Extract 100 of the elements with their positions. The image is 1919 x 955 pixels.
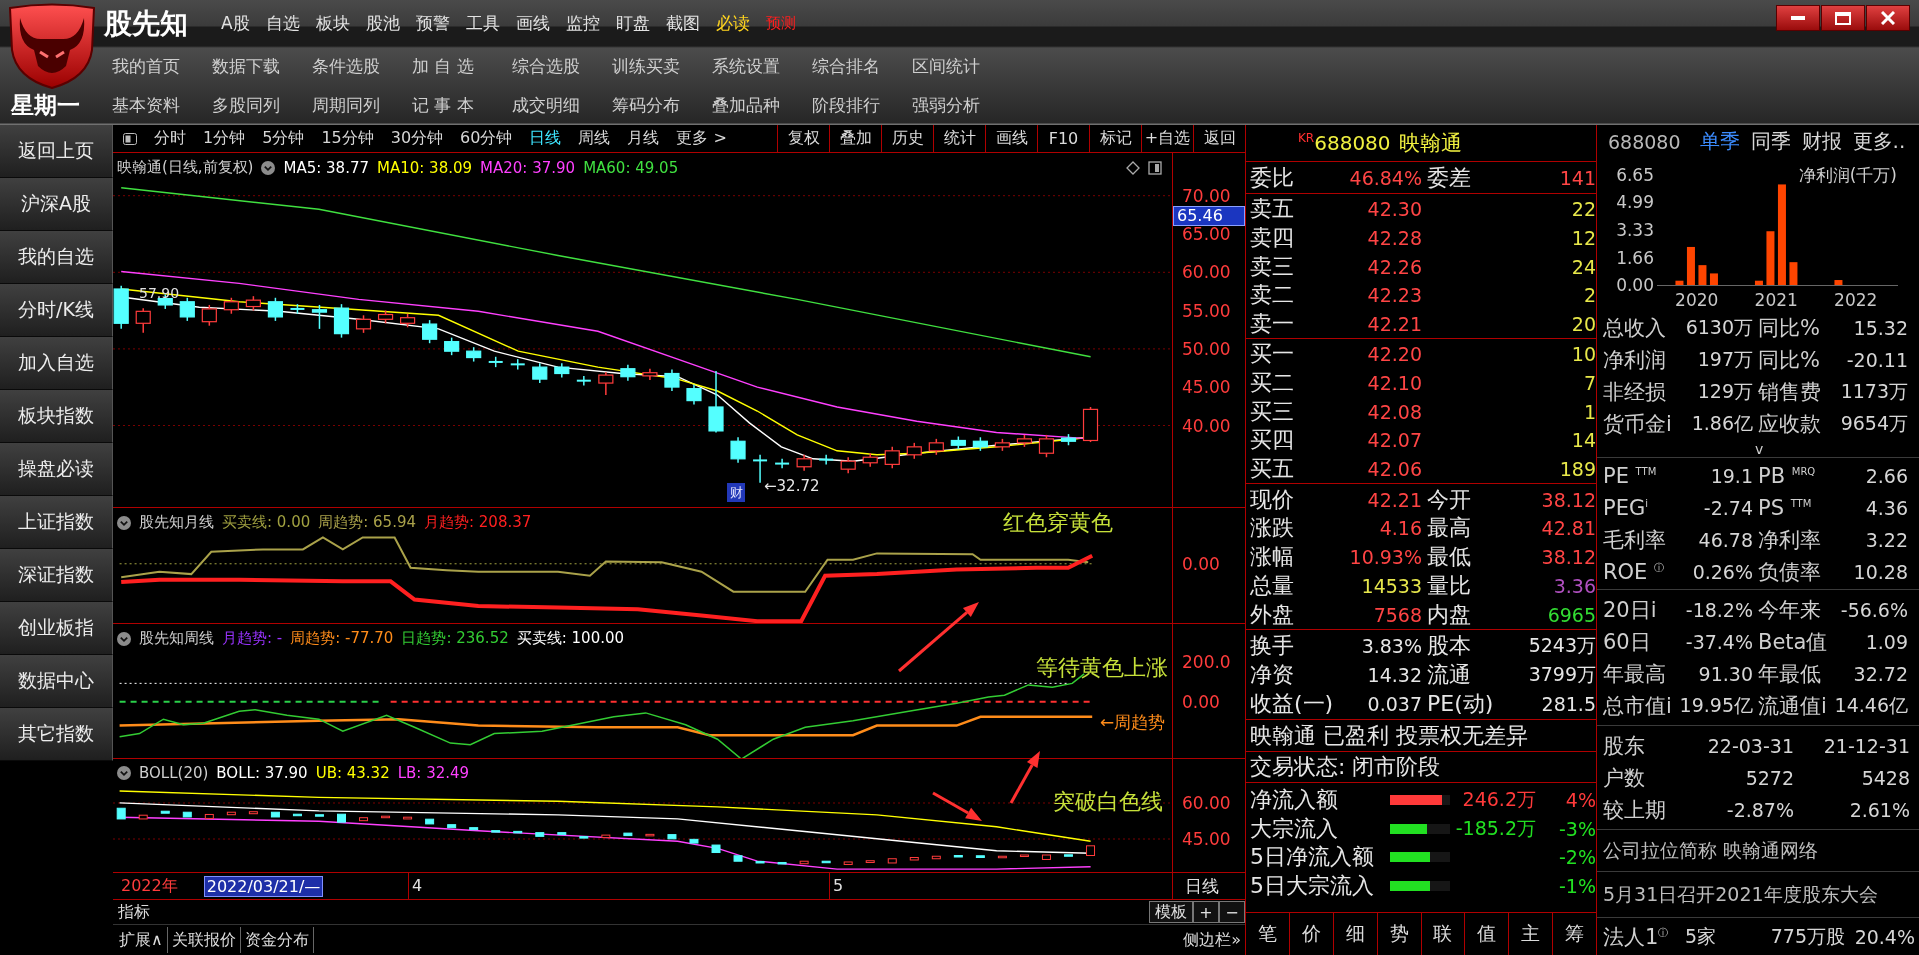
toolbar-item[interactable]: 系统设置 <box>712 54 812 78</box>
period-tab[interactable]: 30分钟 <box>390 128 444 149</box>
sidebar-item[interactable]: 数据中心 <box>0 655 113 708</box>
sidebar-item[interactable]: 沪深A股 <box>0 178 113 231</box>
sidebar-item[interactable]: 上证指数 <box>0 496 113 549</box>
flow-label: 5日净流入额 <box>1250 843 1375 872</box>
sidebar-item[interactable]: 返回上页 <box>0 125 113 178</box>
indicator-value: UB: 43.32 <box>315 764 390 782</box>
toolbar-button[interactable]: 返回 <box>1193 125 1245 152</box>
diamond-icon[interactable] <box>1126 160 1140 175</box>
bottom-tab[interactable]: 关联报价 <box>167 927 241 953</box>
toolbar-button[interactable]: 历史 <box>881 125 933 152</box>
period-tab[interactable]: 60分钟 <box>460 128 513 149</box>
menu-item[interactable]: 预警 <box>415 12 450 35</box>
sidebar-item[interactable]: 我的自选 <box>0 231 113 284</box>
sidebar-item[interactable]: 创业板指 <box>0 602 113 655</box>
quote-tab[interactable]: 势 <box>1377 913 1422 955</box>
menu-item[interactable]: 自选 <box>265 12 300 35</box>
toolbar-item[interactable]: 条件选股 <box>312 54 412 78</box>
toolbar-button[interactable]: 复权 <box>777 125 829 152</box>
toolbar-item[interactable]: 综合选股 <box>512 54 612 78</box>
close-button[interactable] <box>1866 5 1910 31</box>
period-tab[interactable]: 月线 <box>627 128 660 149</box>
toolbar-item[interactable]: 叠加品种 <box>712 93 812 117</box>
period-tab[interactable]: 15分钟 <box>321 128 374 149</box>
toolbar-item[interactable]: 成交明细 <box>512 93 612 117</box>
event-marker[interactable]: 财 <box>727 483 745 502</box>
finance-tab[interactable]: 更多.. <box>1852 128 1906 155</box>
bottom-tab[interactable]: 资金分布 <box>240 927 314 953</box>
toolbar-button[interactable]: +自选 <box>1141 125 1193 152</box>
toolbar-item[interactable]: 记 事 本 <box>412 93 512 117</box>
toolbar-button[interactable]: F10 <box>1037 125 1089 152</box>
sidebar-item[interactable]: 其它指数 <box>0 708 113 761</box>
period-tab[interactable]: 分时 <box>154 128 186 149</box>
window-icon[interactable] <box>1148 160 1162 175</box>
axis-label: 50.00 <box>1182 340 1231 357</box>
sidebar-item[interactable]: 板块指数 <box>0 390 113 443</box>
toolbar-button[interactable]: 统计 <box>933 125 985 152</box>
menu-item[interactable]: 股池 <box>365 12 400 35</box>
toolbar-button[interactable]: 标记 <box>1089 125 1141 152</box>
quote-tab[interactable]: 笔 <box>1246 913 1290 955</box>
minimize-button[interactable] <box>1776 5 1820 31</box>
chevron-down-icon[interactable] <box>117 766 131 780</box>
toolbar-item[interactable]: 多股同列 <box>212 93 312 117</box>
period-tab[interactable]: 日线 <box>529 128 562 149</box>
template-button[interactable]: − <box>1219 901 1245 923</box>
finance-tab[interactable]: 单季 <box>1699 128 1740 155</box>
menu-item[interactable]: 工具 <box>465 12 500 35</box>
toolbar-item[interactable]: 筹码分布 <box>612 93 712 117</box>
chevron-down-icon[interactable] <box>117 631 131 646</box>
finance-tab[interactable]: 财报 <box>1801 128 1842 155</box>
chevron-down-icon[interactable] <box>117 515 131 530</box>
quote-tab[interactable]: 筹 <box>1553 913 1596 955</box>
period-tab[interactable]: 5分钟 <box>262 128 305 149</box>
expand-toggle[interactable]: v <box>1755 441 1764 456</box>
period-tab[interactable]: 1分钟 <box>203 128 246 149</box>
menu-item[interactable]: 监控 <box>565 12 600 35</box>
quote-tab[interactable]: 细 <box>1333 913 1378 955</box>
bottom-tab[interactable]: 扩展∧ <box>115 927 168 953</box>
menu-item[interactable]: 盯盘 <box>615 12 650 35</box>
toolbar-item[interactable]: 周期同列 <box>312 93 412 117</box>
sidebar-item[interactable]: 操盘必读 <box>0 443 113 496</box>
toolbar-item[interactable]: 基本资料 <box>112 93 212 117</box>
quote-tab[interactable]: 值 <box>1465 913 1510 955</box>
quote-tab[interactable]: 联 <box>1421 913 1466 955</box>
field-label: PS $^{TTM}$ <box>1758 495 1812 520</box>
toolbar-item[interactable]: 加 自 选 <box>412 54 512 78</box>
toolbar-item[interactable]: 阶段排行 <box>812 93 912 117</box>
toolbar-item[interactable]: 训练买卖 <box>612 54 712 78</box>
toolbar-button[interactable]: 叠加 <box>829 125 881 152</box>
toolbar-item[interactable]: 区间统计 <box>912 54 1012 78</box>
menu-item[interactable]: 板块 <box>315 12 350 35</box>
chevron-down-icon[interactable] <box>261 160 276 175</box>
toolbar-button[interactable]: 画线 <box>985 125 1037 152</box>
menu-item[interactable]: 画线 <box>515 12 550 35</box>
sidebar-item[interactable]: 分时/K线 <box>0 284 113 337</box>
menu-item[interactable]: 截图 <box>665 12 700 35</box>
event-text: 5月31日召开2021年度股东大会 <box>1603 881 1879 907</box>
menu-item[interactable]: 必读 <box>715 12 750 35</box>
panel-toggle-icon[interactable] <box>123 132 137 145</box>
sidebar-item[interactable]: 深证指数 <box>0 549 113 602</box>
period-tab[interactable]: 更多 > <box>676 128 727 149</box>
sidebar-item[interactable]: 加入自选 <box>0 337 113 390</box>
sidebar-toggle[interactable]: 侧边栏» <box>1183 929 1241 951</box>
quote-tab[interactable]: 价 <box>1289 913 1334 955</box>
period-tab[interactable]: 周线 <box>578 128 611 149</box>
candlestick <box>337 813 346 823</box>
maximize-button[interactable] <box>1821 5 1865 31</box>
toolbar-item[interactable]: 强弱分析 <box>912 93 1012 117</box>
menu-item[interactable]: A股 <box>221 12 250 35</box>
field-label: 户数 <box>1603 764 1646 792</box>
quote-tab[interactable]: 主 <box>1509 913 1554 955</box>
toolbar-item[interactable]: 数据下载 <box>212 54 312 78</box>
toolbar-item[interactable]: 综合排名 <box>812 54 912 78</box>
field-value: 6130万 <box>1685 315 1753 340</box>
order-label: 买二 <box>1250 368 1295 397</box>
finance-tab[interactable]: 同季 <box>1750 128 1791 155</box>
template-button[interactable]: 模板 <box>1149 901 1193 923</box>
toolbar-item[interactable]: 我的首页 <box>112 54 212 78</box>
template-button[interactable]: + <box>1193 901 1219 923</box>
